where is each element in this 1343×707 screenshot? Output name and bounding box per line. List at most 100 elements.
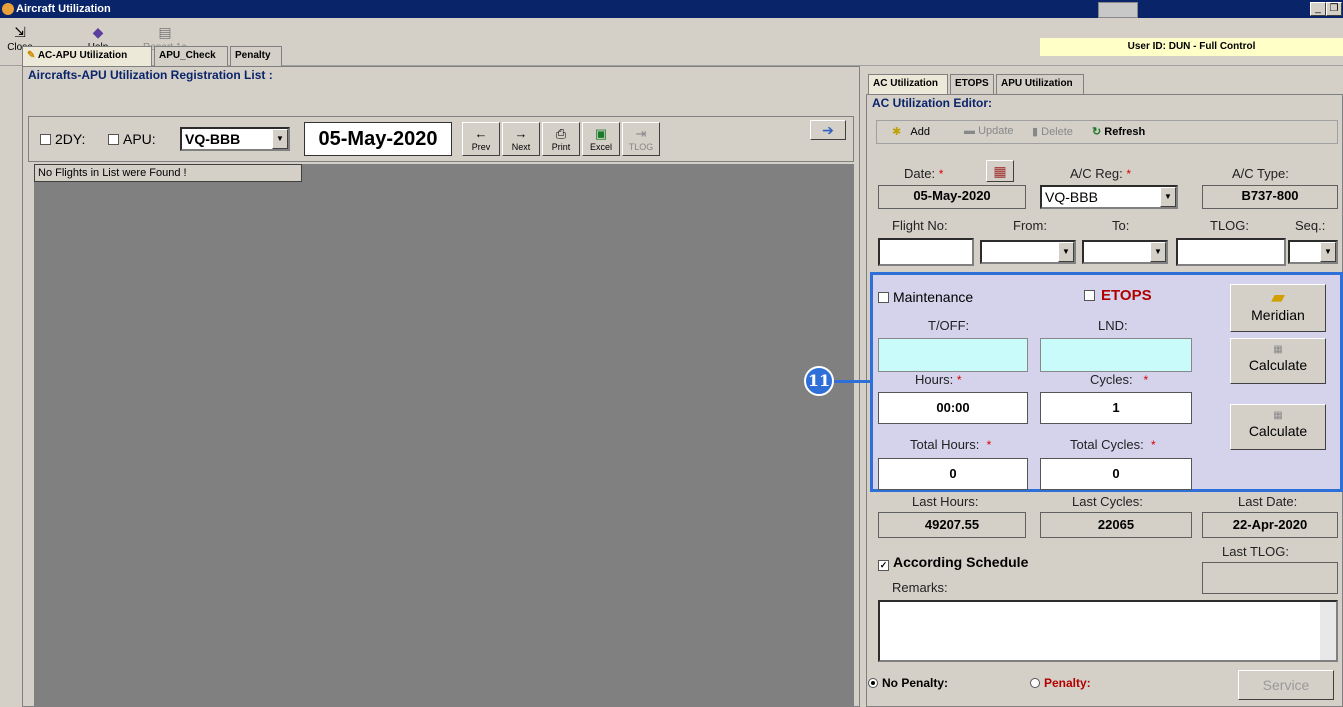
apu-reg-value: VQ-BBB (185, 131, 241, 147)
scrollbar[interactable] (1320, 602, 1336, 660)
according-schedule-checkbox[interactable]: ✓ According Schedule (878, 554, 1028, 571)
etops-checkbox[interactable]: ETOPS (1084, 287, 1152, 304)
flight-label: Flight No: (892, 218, 948, 233)
to-select[interactable]: ▼ (1082, 240, 1168, 264)
add-button[interactable]: ✱ Add (892, 125, 930, 138)
chevron-down-icon: ▼ (1058, 242, 1074, 262)
callout-badge: 11 (804, 366, 834, 396)
door-exit-icon: ⇲ (14, 24, 26, 40)
toff-label: T/OFF: (928, 318, 970, 333)
date-display: 05-May-2020 (304, 122, 452, 156)
help-book-icon: ◆ (92, 24, 104, 40)
lnd-label: LND: (1098, 318, 1128, 333)
actype-label: A/C Type: (1232, 166, 1289, 181)
from-label: From: (1013, 218, 1047, 233)
from-select[interactable]: ▼ (980, 240, 1076, 264)
date-field: 05-May-2020 (878, 185, 1026, 209)
acreg-select[interactable]: VQ-BBB ▼ (1040, 185, 1178, 209)
calculator-icon: ▦ (1273, 410, 1283, 421)
to-label: To: (1112, 218, 1130, 233)
seq-label: Seq.: (1295, 218, 1326, 233)
refresh-icon: ↻ (1092, 126, 1102, 138)
meridian-button[interactable]: ▰ Meridian (1230, 284, 1326, 332)
flight-no-input[interactable] (878, 238, 974, 266)
report-icon: ▤ (158, 24, 172, 40)
service-button[interactable]: Service (1238, 670, 1334, 700)
date-label: Date: * (904, 166, 944, 181)
editor-title: AC Utilization Editor: (872, 96, 992, 110)
acreg-value: VQ-BBB (1045, 189, 1098, 205)
expand-arrow-button[interactable]: ➔ (810, 120, 846, 140)
last-date-label: Last Date: (1238, 494, 1298, 509)
hours-input[interactable]: 00:00 (878, 392, 1028, 424)
no-penalty-radio[interactable]: No Penalty: (868, 676, 948, 690)
calculator-icon: ▦ (1273, 344, 1283, 355)
hours-label: Hours: * (915, 372, 962, 387)
tlog-button[interactable]: ⇥ TLOG (622, 122, 660, 156)
penalty-radio[interactable]: Penalty: (1030, 676, 1091, 690)
calendar-icon: ▦ (993, 163, 1007, 179)
tab-apu-check[interactable]: APU_Check (154, 46, 228, 66)
cycles-label: Cycles: * (1090, 372, 1149, 387)
last-hours-label: Last Hours: (912, 494, 979, 509)
print-button[interactable]: ⎙ Print (542, 122, 580, 156)
arrow-right-icon: ➔ (822, 122, 834, 138)
tlog-icon: ⇥ (635, 126, 647, 141)
calendar-button[interactable]: ▦ (986, 160, 1014, 182)
tray-icons (1098, 2, 1138, 18)
window-title-bar: Aircraft Utilization (0, 0, 1343, 18)
tab-apu-utilization[interactable]: APU Utilization (996, 74, 1084, 94)
window-title: Aircraft Utilization (16, 3, 111, 15)
list-status: No Flights in List were Found ! (34, 164, 302, 182)
user-id-banner: User ID: DUN - Full Control (1040, 38, 1343, 56)
delete-button[interactable]: ▮ Delete (1032, 125, 1073, 138)
chk-2dy[interactable]: 2DY: (40, 131, 85, 147)
callout-line (830, 380, 872, 383)
tab-label: AC-APU Utilization (37, 50, 128, 61)
total-cycles-input[interactable]: 0 (1040, 458, 1192, 490)
lnd-input[interactable] (1040, 338, 1192, 372)
edit-icon: ✎ (27, 50, 36, 61)
add-icon: ✱ (892, 126, 902, 138)
last-tlog-label: Last TLOG: (1222, 544, 1289, 559)
arrow-right-icon: → (514, 126, 528, 141)
cycles-input[interactable]: 1 (1040, 392, 1192, 424)
chevron-down-icon: ▼ (1160, 187, 1176, 207)
remarks-textarea[interactable] (878, 600, 1338, 662)
maintenance-checkbox[interactable]: Maintenance (878, 289, 973, 305)
acreg-label: A/C Reg: * (1070, 166, 1132, 181)
restore-button[interactable]: ❐ (1326, 2, 1342, 16)
folder-icon: ▰ (1271, 287, 1285, 307)
tab-etops[interactable]: ETOPS (950, 74, 994, 94)
flight-list[interactable] (34, 164, 854, 707)
total-cycles-label: Total Cycles: * (1070, 437, 1156, 452)
update-button[interactable]: ▬ Update (964, 125, 1014, 137)
update-icon: ▬ (964, 125, 975, 137)
total-hours-input[interactable]: 0 (878, 458, 1028, 490)
chk-apu[interactable]: APU: (108, 131, 156, 147)
tlog-input[interactable] (1176, 238, 1286, 266)
tab-ac-utilization[interactable]: AC Utilization (868, 74, 948, 94)
calculate-button-2[interactable]: ▦ Calculate (1230, 404, 1326, 450)
delete-icon: ▮ (1032, 126, 1039, 138)
prev-button[interactable]: ← Prev (462, 122, 500, 156)
refresh-button[interactable]: ↻ Refresh (1092, 125, 1145, 138)
calculate-label: Calculate (1248, 357, 1308, 373)
last-tlog-field (1202, 562, 1338, 594)
next-button[interactable]: → Next (502, 122, 540, 156)
last-date-field: 22-Apr-2020 (1202, 512, 1338, 538)
total-hours-label: Total Hours: * (910, 437, 992, 452)
meridian-label: Meridian (1251, 307, 1305, 323)
seq-select[interactable]: ▼ (1288, 240, 1338, 264)
tab-penalty[interactable]: Penalty (230, 46, 282, 66)
calculate-label: Calculate (1248, 423, 1308, 439)
app-icon (2, 3, 14, 15)
tab-ac-apu-utilization[interactable]: ✎ AC-APU Utilization (22, 46, 152, 66)
calculate-button-1[interactable]: ▦ Calculate (1230, 338, 1326, 384)
printer-icon: ⎙ (555, 126, 567, 141)
excel-button[interactable]: ▣ Excel (582, 122, 620, 156)
minimize-button[interactable]: _ (1310, 2, 1326, 16)
toff-input[interactable] (878, 338, 1028, 372)
left-group-title: Aircrafts-APU Utilization Registration L… (28, 68, 273, 82)
apu-reg-select[interactable]: VQ-BBB ▼ (180, 127, 290, 151)
